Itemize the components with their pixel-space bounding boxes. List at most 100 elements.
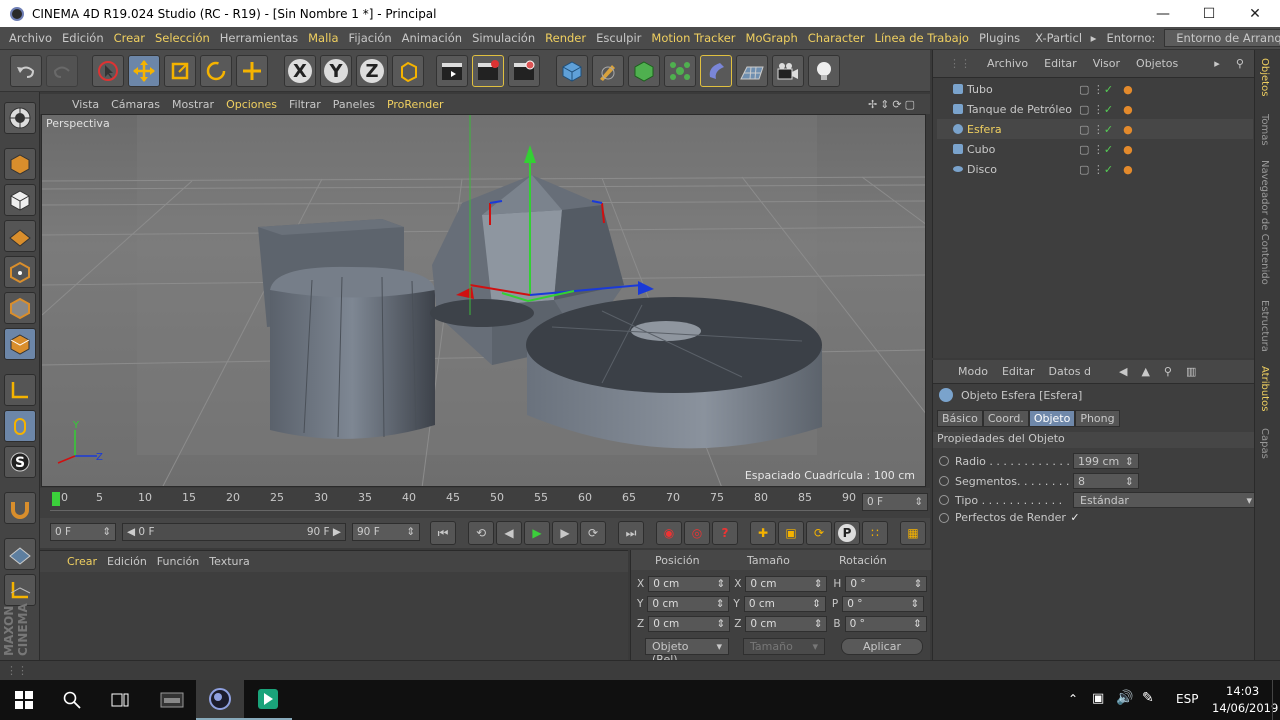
mat-menu-edicion[interactable]: Edición [102, 555, 152, 568]
network-icon[interactable]: ▣ [1092, 691, 1104, 706]
menu-seleccion[interactable]: Selección [150, 31, 215, 45]
tag-icon[interactable]: ● [1123, 123, 1133, 136]
attr-menu-editar[interactable]: Editar [995, 365, 1042, 378]
next-key-button[interactable]: ⟳ [580, 521, 606, 545]
radius-field[interactable]: 199 cm ⇕ [1073, 453, 1139, 469]
coordinate-system-button[interactable] [392, 55, 424, 87]
model-mode-button[interactable] [4, 148, 36, 180]
snap-button[interactable]: S [4, 446, 36, 478]
timeline[interactable]: 0 5 10 15 20 25 30 35 40 45 50 55 60 65 … [40, 488, 930, 518]
floor-button[interactable] [736, 55, 768, 87]
up-arrow-icon[interactable]: ▲ [1134, 365, 1156, 378]
segments-field[interactable]: 8 ⇕ [1073, 473, 1139, 489]
edges-mode-button[interactable] [4, 292, 36, 324]
workplane-button[interactable] [4, 538, 36, 570]
array-button[interactable] [664, 55, 696, 87]
perspective-viewport[interactable]: Y Z Perspectiva Espaciado Cuadrícula : 1… [41, 114, 926, 487]
menu-simulacion[interactable]: Simulación [467, 31, 540, 45]
coord-mode-dropdown[interactable]: Objeto (Rel) ▾ [645, 638, 729, 666]
tray-chevron-up-icon[interactable]: ⌃ [1068, 692, 1078, 706]
deformer-button[interactable] [700, 55, 732, 87]
obj-menu-editar[interactable]: Editar [1036, 57, 1085, 70]
start-frame-field[interactable]: 0 F ⇕ [50, 523, 116, 541]
apply-button[interactable]: Aplicar [841, 638, 923, 655]
record-rotation-button[interactable]: ⟳ [806, 521, 832, 545]
taskbar-app-tascam[interactable] [148, 680, 196, 720]
object-row-disco[interactable]: Disco ▢ ⋮✓ ● [937, 159, 1253, 179]
render-picture-viewer-button[interactable] [472, 55, 504, 87]
move-tool-button[interactable] [128, 55, 160, 87]
camera-button[interactable] [772, 55, 804, 87]
pen-tool-button[interactable] [592, 55, 624, 87]
animate-radio-icon[interactable] [939, 476, 949, 486]
previous-frame-button[interactable]: ◀ [496, 521, 522, 545]
timeline-window-button[interactable]: ▦ [900, 521, 926, 545]
object-row-cubo[interactable]: Cubo ▢ ⋮✓ ● [937, 139, 1253, 159]
rotation-h-field[interactable]: 0 ° ⇕ [845, 576, 928, 592]
menu-x-particles[interactable]: X-Particl ▸ [1025, 31, 1101, 45]
more-menu-icon[interactable]: ▸ [1206, 57, 1228, 70]
menu-render[interactable]: Render [540, 31, 591, 45]
cube-object-button[interactable] [556, 55, 588, 87]
record-position-button[interactable]: ✚ [750, 521, 776, 545]
side-tab-atributos[interactable]: Atributos [1259, 366, 1270, 411]
position-x-field[interactable]: 0 cm ⇕ [648, 576, 731, 592]
subdivision-surface-button[interactable] [628, 55, 660, 87]
material-area[interactable] [40, 572, 628, 660]
search-icon[interactable]: ⚲ [1228, 57, 1252, 70]
back-arrow-icon[interactable]: ◀ [1112, 365, 1134, 378]
vp-menu-prorender[interactable]: ProRender [381, 98, 450, 111]
visibility-toggles-icon[interactable]: ▢ ⋮✓ [1079, 103, 1113, 116]
volume-icon[interactable]: 🔊 [1116, 690, 1133, 706]
tweak-mode-button[interactable] [4, 410, 36, 442]
vp-menu-mostrar[interactable]: Mostrar [166, 98, 220, 111]
undo-button[interactable] [10, 55, 42, 87]
redo-button[interactable] [46, 55, 78, 87]
tag-icon[interactable]: ● [1123, 143, 1133, 156]
position-y-field[interactable]: 0 cm ⇕ [647, 596, 730, 612]
current-frame-field[interactable]: 0 F ⇕ [862, 493, 928, 511]
close-button[interactable]: ✕ [1232, 0, 1278, 27]
render-settings-button[interactable] [508, 55, 540, 87]
menu-crear[interactable]: Crear [109, 31, 150, 45]
attr-menu-datos[interactable]: Datos d [1042, 365, 1098, 378]
menu-animacion[interactable]: Animación [397, 31, 467, 45]
mat-menu-crear[interactable]: Crear [62, 555, 102, 568]
vp-menu-vista[interactable]: Vista [66, 98, 105, 111]
taskbar-app-filmora[interactable] [244, 680, 292, 720]
size-x-field[interactable]: 0 cm ⇕ [745, 576, 828, 592]
size-y-field[interactable]: 0 cm ⇕ [743, 596, 826, 612]
search-icon[interactable]: ⚲ [1157, 365, 1179, 378]
obj-menu-objetos[interactable]: Objetos [1128, 57, 1186, 70]
record-pla-button[interactable]: ∷ [862, 521, 888, 545]
object-row-esfera[interactable]: Esfera ▢ ⋮✓ ● [937, 119, 1253, 139]
record-parameter-button[interactable]: P [834, 521, 860, 545]
tab-basico[interactable]: Básico [937, 410, 983, 427]
minimize-button[interactable]: — [1140, 0, 1186, 27]
position-z-field[interactable]: 0 cm ⇕ [648, 616, 731, 632]
menu-herramientas[interactable]: Herramientas [215, 31, 303, 45]
object-row-tanque[interactable]: Tanque de Petróleo ▢ ⋮✓ ● [937, 99, 1253, 119]
object-row-tubo[interactable]: Tubo ▢ ⋮✓ ● [937, 79, 1253, 99]
menu-linea-de-trabajo[interactable]: Línea de Trabajo [870, 31, 974, 45]
polygons-mode-button[interactable] [4, 328, 36, 360]
animate-radio-icon[interactable] [939, 495, 949, 505]
tag-icon[interactable]: ● [1123, 83, 1133, 96]
pen-ink-icon[interactable]: ✎ [1142, 690, 1154, 706]
menu-character[interactable]: Character [803, 31, 870, 45]
autokey-button[interactable]: ◎ [684, 521, 710, 545]
tab-coord[interactable]: Coord. [982, 410, 1029, 427]
vp-menu-filtrar[interactable]: Filtrar [283, 98, 327, 111]
axis-mode-button[interactable] [4, 374, 36, 406]
end-frame-field[interactable]: 90 F ⇕ [352, 523, 420, 541]
render-perfect-checkbox[interactable]: ✓ [1069, 511, 1081, 524]
vp-menu-opciones[interactable]: Opciones [220, 98, 283, 111]
locked-workplane-button[interactable] [4, 574, 36, 606]
size-z-field[interactable]: 0 cm ⇕ [745, 616, 828, 632]
texture-mode-button[interactable] [4, 184, 36, 216]
light-button[interactable] [808, 55, 840, 87]
vp-menu-paneles[interactable]: Paneles [327, 98, 381, 111]
visibility-toggles-icon[interactable]: ▢ ⋮✓ [1079, 123, 1113, 136]
rotate-tool-button[interactable] [200, 55, 232, 87]
points-mode-button[interactable] [4, 256, 36, 288]
